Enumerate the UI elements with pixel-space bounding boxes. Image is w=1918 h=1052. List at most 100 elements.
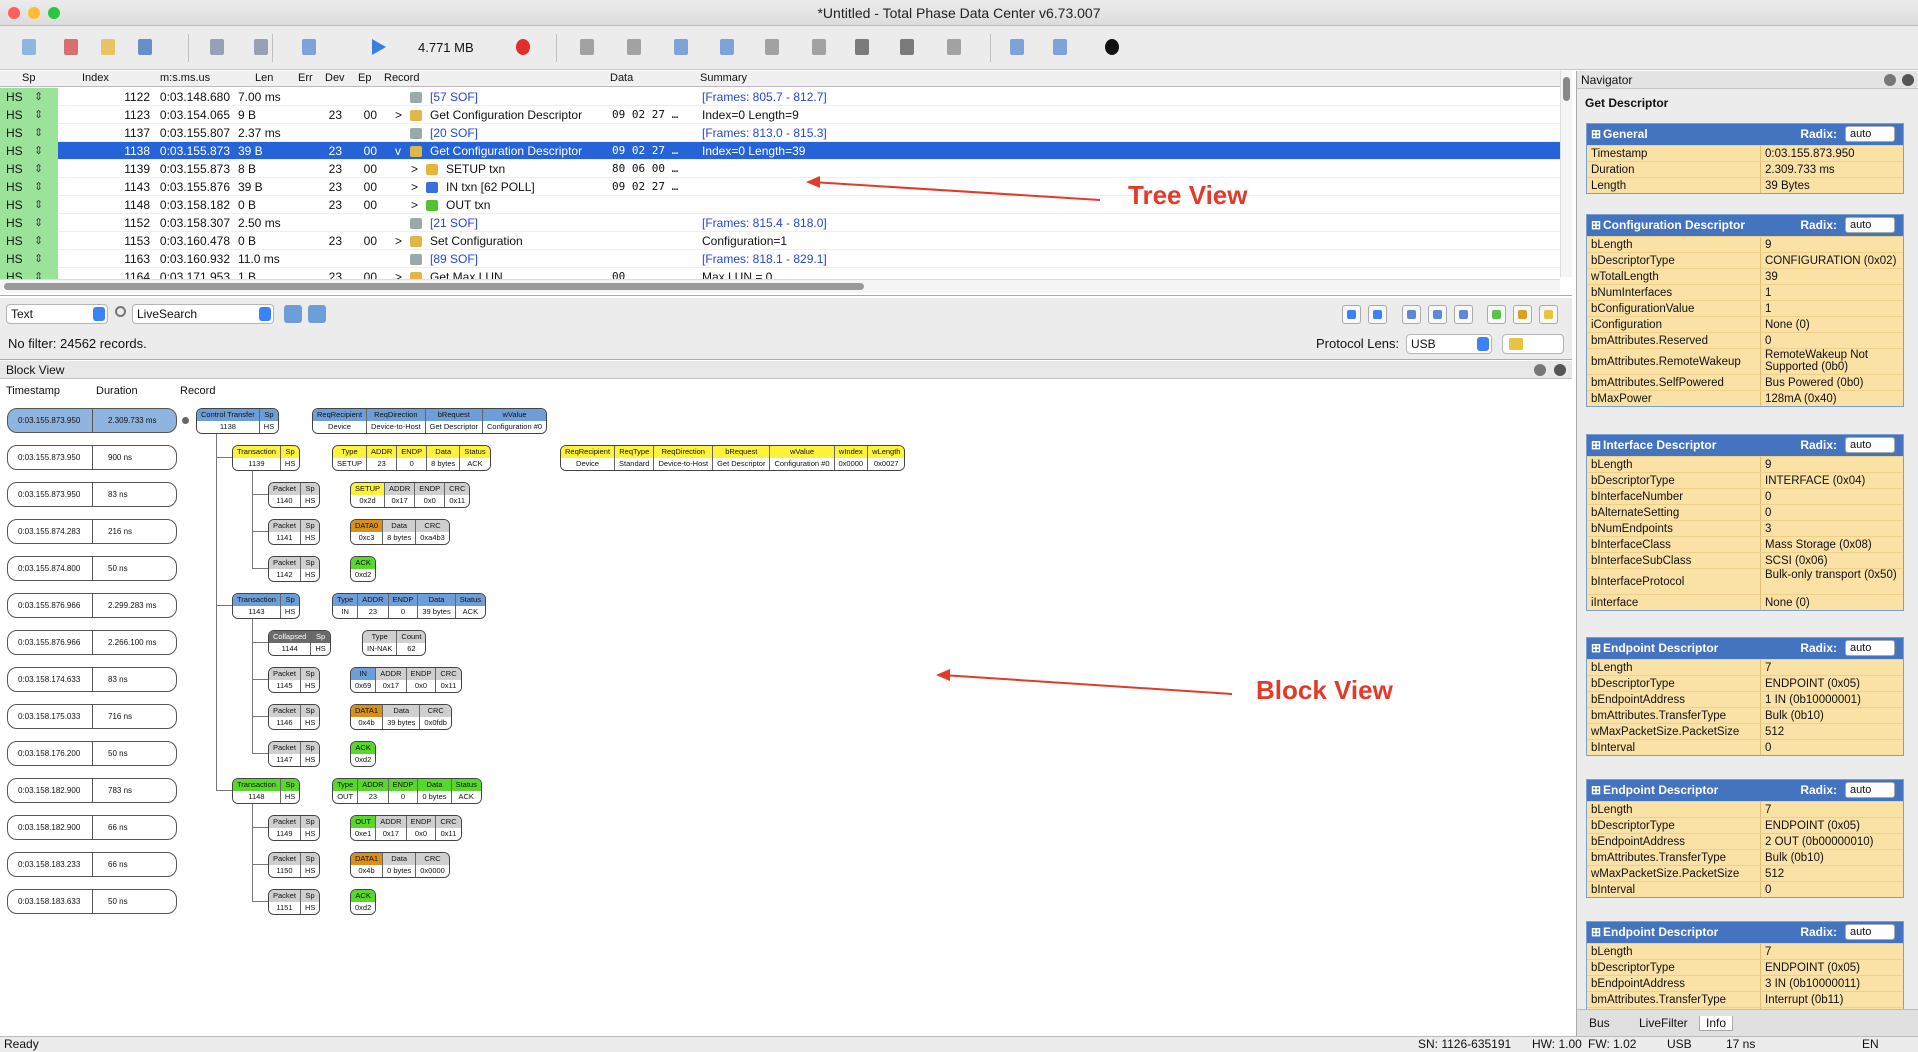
protocol-block[interactable]: OUT 0xe1 ADDR 0x17 ENDP 0x0 CRC 0x11 (350, 815, 462, 841)
expand-arrow-icon[interactable]: > (395, 232, 402, 250)
play2-icon[interactable] (760, 35, 784, 59)
block-item[interactable]: 0:03.158.175.033 716 ns (7, 704, 177, 729)
expand-section-icon[interactable]: ⊞ (1591, 435, 1601, 456)
section-header[interactable]: ⊞ General Radix: auto (1587, 124, 1903, 145)
expand-section-icon[interactable]: ⊞ (1591, 638, 1601, 659)
protocol-block[interactable]: ACK 0xd2 (350, 889, 377, 915)
open-folder-icon[interactable] (96, 35, 120, 59)
block-item[interactable]: 0:03.155.876.966 2.299.283 ms (7, 593, 177, 618)
protocol-block[interactable]: Packet 1145 Sp HS (268, 667, 321, 693)
protocol-block[interactable]: Collapsed 1144 Sp HS (268, 630, 331, 656)
protocol-block[interactable]: Packet 1142 Sp HS (268, 556, 321, 582)
radix-select[interactable]: auto (1845, 217, 1895, 233)
note-button[interactable] (1539, 305, 1558, 324)
search-prev-button[interactable] (284, 305, 302, 323)
chart-icon[interactable] (807, 35, 831, 59)
block-item[interactable]: 0:03.158.182.900 783 ns (7, 778, 177, 803)
protocol-block[interactable]: ACK 0xd2 (350, 556, 377, 582)
block-item[interactable]: 0:03.158.176.200 50 ns (7, 741, 177, 766)
protocol-block[interactable]: ReqRecipient Device ReqDirection Device-to-… (312, 408, 548, 434)
live-search-input[interactable]: LiveSearch (132, 304, 274, 324)
expand-section-icon[interactable]: ⊞ (1591, 215, 1601, 236)
tree-vscroll[interactable] (1560, 71, 1572, 277)
jump-first-button[interactable] (1402, 305, 1421, 324)
radix-select[interactable]: auto (1845, 924, 1895, 940)
protocol-block[interactable]: Packet 1150 Sp HS (268, 852, 321, 878)
close-file-icon[interactable] (59, 35, 83, 59)
undock-icon[interactable] (1534, 364, 1546, 376)
tree-row[interactable]: HS 1137 0:03.155.807 2.37 ms [20 SOF] [Frames… (0, 124, 1560, 142)
table-icon[interactable] (622, 35, 646, 59)
record-icon[interactable] (511, 35, 535, 59)
expand-arrow-icon[interactable]: > (411, 196, 418, 214)
block-item[interactable]: 0:03.158.182.900 66 ns (7, 815, 177, 840)
zoom-in-button[interactable] (1342, 305, 1361, 324)
tree-row[interactable]: HS 1152 0:03.158.307 2.50 ms [21 SOF] [Frames… (0, 214, 1560, 232)
tree-row[interactable]: HS 1139 0:03.155.873 8 B 23 00 SETUP txn 80 06 … (0, 160, 1560, 178)
collapse-arrow-icon[interactable]: v (395, 142, 401, 160)
expand-section-icon[interactable]: ⊞ (1591, 780, 1601, 801)
protocol-block[interactable]: Type OUT ADDR 23 ENDP 0 Data 0 bytes Status ACK (332, 778, 482, 804)
protocol-lens-select[interactable]: USB (1406, 334, 1492, 354)
column-header[interactable]: Err (298, 72, 313, 84)
protocol-block[interactable]: Packet 1149 Sp HS (268, 815, 321, 841)
window-icon[interactable] (669, 35, 693, 59)
protocol-block[interactable]: Packet 1151 Sp HS (268, 889, 321, 915)
save-icon[interactable] (133, 35, 157, 59)
tree-row[interactable]: HS 1163 0:03.160.932 11.0 ms [89 SOF] [Frames… (0, 250, 1560, 268)
column-header[interactable]: Index (82, 72, 109, 84)
protocol-block[interactable]: DATA1 0x4b Data 0 bytes CRC 0x0000 (350, 852, 450, 878)
close-panel-icon[interactable] (1902, 74, 1914, 86)
protocol-block[interactable]: Type IN ADDR 23 ENDP 0 Data 39 bytes Status ACK (332, 593, 486, 619)
expand-section-icon[interactable]: ⊞ (1591, 922, 1601, 943)
jump-mark-button[interactable] (1428, 305, 1447, 324)
tree-row[interactable]: HS 1122 0:03.148.680 7.00 ms [57 SOF] [Frames… (0, 88, 1560, 106)
section-header[interactable]: ⊞ Endpoint Descriptor Radix: auto (1587, 780, 1903, 801)
protocol-block[interactable]: Control Transfer 1138 Sp HS (196, 408, 280, 434)
protocol-block[interactable]: Packet 1140 Sp HS (268, 482, 321, 508)
expand-arrow-icon[interactable]: > (395, 106, 402, 124)
block-item[interactable]: 0:03.158.174.633 83 ns (7, 667, 177, 692)
tree-row[interactable]: HS 1123 0:03.154.065 9 B 23 00 Get Configurati… (0, 106, 1560, 124)
block-item[interactable]: 0:03.158.183.233 66 ns (7, 852, 177, 877)
zoom-out-button[interactable] (1368, 305, 1387, 324)
protocol-block[interactable]: SETUP 0x2d ADDR 0x17 ENDP 0x0 CRC 0x11 (350, 482, 471, 508)
protocol-block[interactable]: ACK 0xd2 (350, 741, 377, 767)
collapse-node-icon[interactable] (182, 417, 189, 424)
block-item[interactable]: 0:03.158.183.633 50 ns (7, 889, 177, 914)
bomb-icon[interactable] (1100, 35, 1124, 59)
graph-icon[interactable] (942, 35, 966, 59)
undock-icon[interactable] (1884, 74, 1896, 86)
import-icon[interactable] (1048, 35, 1072, 59)
column-header[interactable]: Data (610, 72, 633, 84)
tree-row[interactable]: HS 1153 0:03.160.478 0 B 23 00 Set Configurati… (0, 232, 1560, 250)
terminal-icon[interactable] (575, 35, 599, 59)
search-next-button[interactable] (308, 305, 326, 323)
tree-row[interactable]: HS 1143 0:03.155.876 39 B 23 00 IN txn [62 POL… (0, 178, 1560, 196)
tab-info[interactable]: Info (1699, 1016, 1734, 1031)
matrix-icon[interactable] (895, 35, 919, 59)
block-item[interactable]: 0:03.155.873.950 83 ns (7, 482, 177, 507)
block-item[interactable]: 0:03.155.876.966 2.266.100 ms (7, 630, 177, 655)
radix-select[interactable]: auto (1845, 640, 1895, 656)
column-header[interactable]: Record (384, 72, 419, 84)
lens-options-select[interactable] (1502, 334, 1564, 354)
protocol-block[interactable]: Transaction 1139 Sp HS (232, 445, 301, 471)
block-item[interactable]: 0:03.155.873.950 900 ns (7, 445, 177, 470)
align-button[interactable] (1513, 305, 1532, 324)
play-icon[interactable] (366, 35, 390, 59)
column-header[interactable]: Summary (700, 72, 747, 84)
protocol-block[interactable]: Type SETUP ADDR 23 ENDP 0 Data 8 bytes Status ACK (332, 445, 491, 471)
tree-row[interactable]: HS 1148 0:03.158.182 0 B 23 00 OUT txn ⇕ > (0, 196, 1560, 214)
minimize-window-button[interactable] (28, 7, 40, 19)
protocol-block[interactable]: Packet 1141 Sp HS (268, 519, 321, 545)
block-item[interactable]: 0:03.155.873.950 2.309.733 ms (7, 408, 177, 433)
column-header[interactable]: m:s.ms.us (160, 72, 210, 84)
tab-bus[interactable]: Bus (1583, 1016, 1616, 1030)
settings-icon[interactable] (297, 35, 321, 59)
radix-select[interactable]: auto (1845, 782, 1895, 798)
protocol-block[interactable]: Type IN-NAK Count 62 (362, 630, 427, 656)
jump-last-button[interactable] (1454, 305, 1473, 324)
column-header[interactable]: Sp (22, 72, 35, 84)
radix-select[interactable]: auto (1845, 437, 1895, 453)
